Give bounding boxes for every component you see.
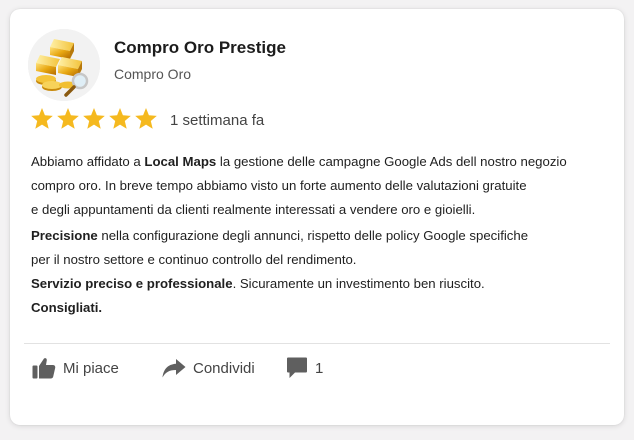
review-paragraph-4: Consigliati. [31,296,611,320]
star-icon [134,107,158,131]
review-text: Abbiamo affidato a Local Maps la gestion… [31,150,611,320]
review-time: 1 settimana fa [170,112,265,129]
business-avatar[interactable] [28,29,100,101]
star-icon [56,107,80,131]
star-icon [108,107,132,131]
review-bold-segment: Consigliati. [31,300,103,315]
review-text-segment: . Sicuramente un investimento ben riusci… [232,276,485,291]
review-actions: Mi piace Condividi 1 [32,354,323,382]
review-bold-segment: Precisione [31,228,98,243]
review-bold-segment: Local Maps [144,154,217,169]
review-text-segment: e degli appuntamenti da clienti realment… [31,202,476,217]
thumbs-up-icon [32,358,56,379]
review-paragraph-3: Servizio preciso e professionale. Sicura… [31,272,611,296]
review-bold-segment: Servizio preciso e professionale [31,276,233,291]
share-label: Condividi [193,359,255,377]
review-text-segment: Abbiamo affidato a [31,154,145,169]
like-label: Mi piace [63,359,119,377]
comment-icon [287,357,307,378]
divider [24,343,610,344]
share-arrow-icon [162,359,186,378]
review-text-segment: la gestione delle campagne Google Ads de… [216,154,567,169]
review-text-segment: per il nostro settore e continuo control… [31,252,357,267]
gold-bars-icon [28,29,100,101]
business-name[interactable]: Compro Oro Prestige [114,38,286,58]
like-button[interactable]: Mi piace [32,357,162,379]
comment-button[interactable]: 1 [286,357,323,379]
review-paragraph-1: Abbiamo affidato a Local Maps la gestion… [31,150,611,222]
star-rating [30,107,158,131]
business-category: Compro Oro [114,66,192,82]
review-text-segment: nella configurazione degli annunci, risp… [97,228,529,243]
review-paragraph-2: Precisione nella configurazione degli an… [31,224,611,272]
comment-count: 1 [315,359,324,377]
review-card: Compro Oro Prestige Compro Oro 1 settima… [10,9,624,425]
star-icon [82,107,106,131]
share-button[interactable]: Condividi [162,358,286,378]
star-icon [30,107,54,131]
review-text-segment: compro oro. In breve tempo abbiamo visto… [31,178,527,193]
